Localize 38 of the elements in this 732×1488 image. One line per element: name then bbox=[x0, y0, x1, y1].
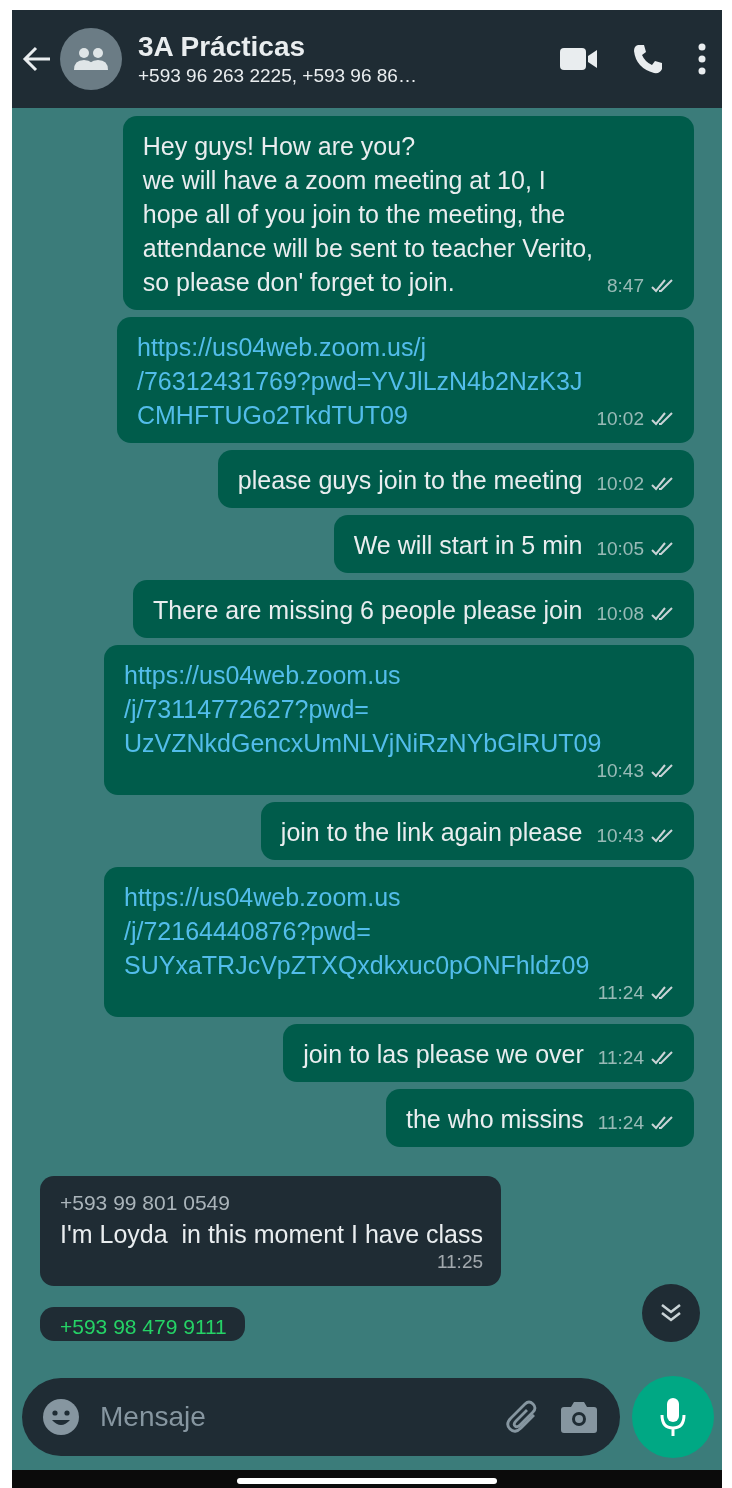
message-input-bar[interactable]: Mensaje bbox=[22, 1378, 620, 1456]
more-options-icon[interactable] bbox=[698, 43, 706, 75]
message-time: 10:08 bbox=[596, 603, 644, 625]
chat-title[interactable]: 3A Prácticas bbox=[138, 31, 552, 63]
message-text: I'm Loyda in this moment I have class bbox=[60, 1219, 483, 1250]
message-time: 11:24 bbox=[597, 1112, 644, 1134]
group-icon bbox=[73, 47, 109, 71]
microphone-icon bbox=[659, 1397, 687, 1437]
message-text: please guys join to the meeting bbox=[237, 465, 583, 496]
message-text: We will start in 5 min bbox=[353, 530, 583, 561]
camera-icon[interactable] bbox=[560, 1400, 598, 1434]
scroll-down-button[interactable] bbox=[642, 1284, 700, 1342]
message-link[interactable]: https://us04web.zoom.us /j/73114772627?pwd= UzVZNkdGencxUmNLVjNiRzNYbGlRUT09 bbox=[124, 658, 602, 760]
message-text: join to the link again please bbox=[280, 817, 583, 848]
double-chevron-icon bbox=[660, 1303, 682, 1323]
message-text: the who missins bbox=[406, 1104, 584, 1135]
message-time: 10:02 bbox=[596, 408, 644, 430]
phone-icon[interactable] bbox=[632, 43, 664, 75]
sender-name: +593 99 801 0549 bbox=[60, 1190, 231, 1216]
message-time: 10:02 bbox=[596, 473, 644, 495]
message-time: 11:25 bbox=[436, 1251, 483, 1273]
participants-text: +593 96 263 2225, +593 96 86… bbox=[138, 65, 418, 87]
message-text: There are missing 6 people please join bbox=[153, 595, 583, 626]
message-time: 10:43 bbox=[596, 760, 644, 782]
message-time: 11:24 bbox=[597, 982, 644, 1004]
back-arrow-icon[interactable] bbox=[22, 46, 52, 72]
emoji-icon[interactable] bbox=[42, 1398, 80, 1436]
video-camera-icon[interactable] bbox=[560, 47, 598, 71]
message-time: 8:47 bbox=[607, 275, 644, 297]
message-time: 10:05 bbox=[596, 538, 644, 560]
message-text: join to las please we over bbox=[303, 1039, 584, 1070]
message-time: 10:43 bbox=[596, 825, 644, 847]
message-text: Hey guys! How are you? we will have a zoom meeting at 10, I hope all of you join to the meeting, the attendance will be sent to teacher Verito, so please don' forget to join. bbox=[142, 131, 593, 298]
message-time: 11:24 bbox=[597, 1047, 644, 1069]
message-link[interactable]: https://us04web.zoom.us/j /76312431769?pwd=YVJlLzN4b2NzK3J CMHFTUGo2TkdTUT09 bbox=[137, 330, 583, 432]
message-link[interactable]: https://us04web.zoom.us /j/72164440876?pwd= SUYxaTRJcVpZTXQxdkxuc0pONFhldz09 bbox=[124, 880, 590, 982]
sender-name: +593 98 479 9111 bbox=[60, 1314, 227, 1340]
message-input-field[interactable]: Mensaje bbox=[98, 1400, 486, 1434]
